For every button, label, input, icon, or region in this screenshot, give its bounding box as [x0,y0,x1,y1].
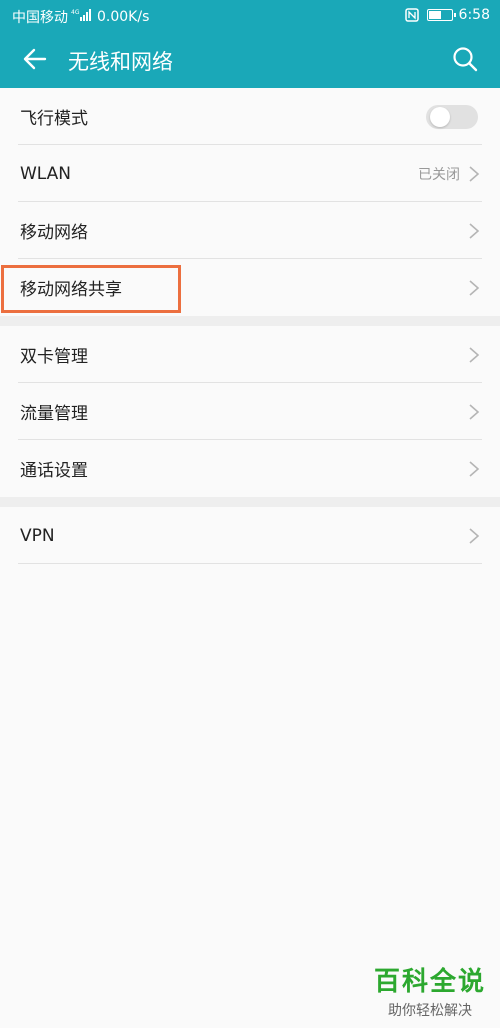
chevron-right-icon [469,165,480,182]
app-bar: 无线和网络 [0,30,500,88]
network-type-label: 4G [71,9,80,16]
chevron-right-icon [469,527,480,544]
signal-icon: 4G [71,8,93,26]
section-gap [0,497,500,507]
airplane-mode-row[interactable]: 飞行模式 [0,88,500,145]
wlan-row[interactable]: WLAN 已关闭 [0,145,500,202]
back-arrow-icon[interactable] [20,44,50,74]
call-settings-label: 通话设置 [20,461,88,481]
highlight-box [1,265,181,313]
search-icon[interactable] [450,44,480,74]
clock: 6:58 [458,7,490,23]
status-bar: 中国移动 4G 0.00K/s 6:58 [0,0,500,30]
chevron-right-icon [469,222,480,239]
chevron-right-icon [469,346,480,363]
mobile-network-label: 移动网络 [20,223,88,243]
toggle-knob [430,106,450,127]
carrier-label: 中国移动 [12,10,68,26]
wlan-status: 已关闭 [418,166,460,183]
page-title: 无线和网络 [68,50,173,74]
airplane-mode-toggle[interactable] [426,104,478,129]
wlan-label: WLAN [20,163,72,184]
divider [18,563,482,564]
vpn-row[interactable]: VPN [0,507,500,564]
dual-sim-row[interactable]: 双卡管理 [0,326,500,383]
mobile-network-row[interactable]: 移动网络 [0,202,500,259]
nfc-icon [404,8,419,22]
top-bar: 中国移动 4G 0.00K/s 6:58 无线和网络 [0,0,500,88]
watermark-title: 百科全说 [373,967,486,997]
settings-list: 飞行模式 WLAN 已关闭 移动网络 移动网络共享 双卡管理 流量管理 通话设置… [0,88,500,564]
dual-sim-label: 双卡管理 [20,347,88,367]
battery-icon [426,9,456,21]
section-gap [0,316,500,326]
chevron-right-icon [469,403,480,420]
chevron-right-icon [469,279,480,296]
chevron-right-icon [469,460,480,477]
watermark: 百科全说 助你轻松解决 [374,961,486,1020]
data-usage-label: 流量管理 [20,404,88,424]
watermark-subtitle: 助你轻松解决 [387,1003,472,1019]
network-speed: 0.00K/s [97,9,150,25]
call-settings-row[interactable]: 通话设置 [0,440,500,497]
data-usage-row[interactable]: 流量管理 [0,383,500,440]
airplane-mode-label: 飞行模式 [20,109,88,129]
vpn-label: VPN [20,525,55,546]
